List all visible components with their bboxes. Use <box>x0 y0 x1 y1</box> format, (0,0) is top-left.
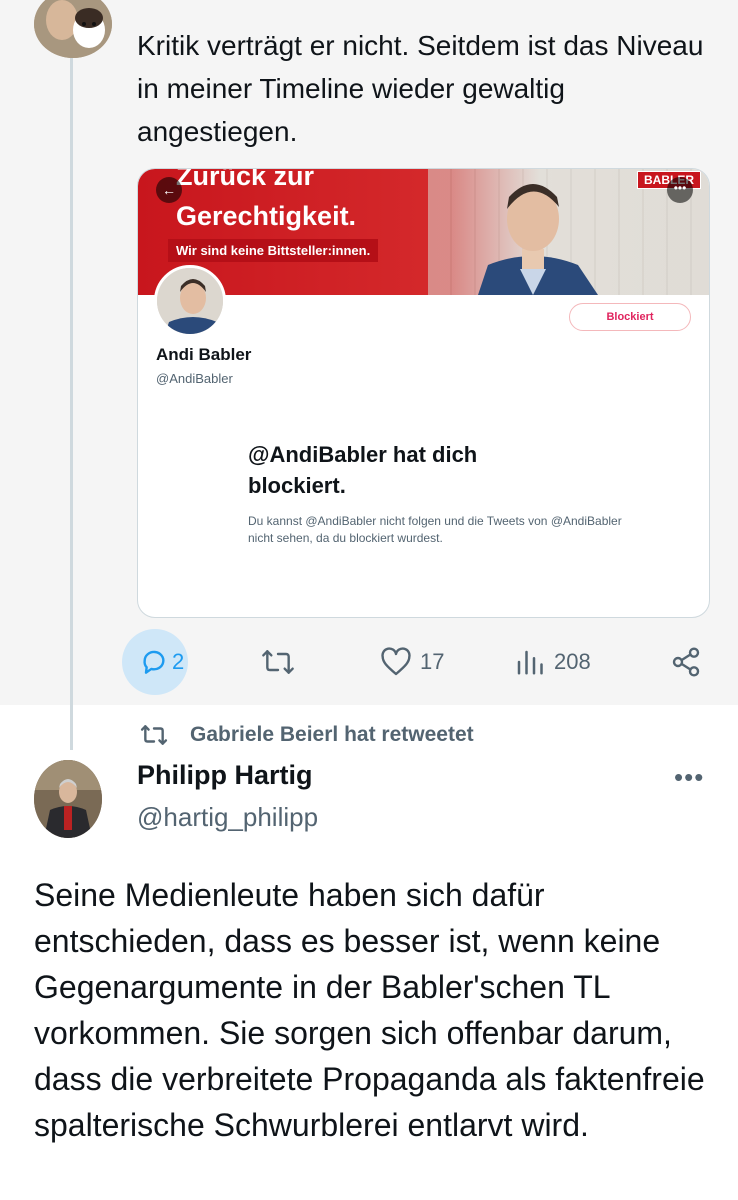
profile-avatar <box>154 265 226 337</box>
heart-icon <box>381 647 411 676</box>
retweet-notice[interactable]: Gabriele Beierl hat retweetet <box>138 720 474 750</box>
blocked-description: Du kannst @AndiBabler nicht folgen und d… <box>248 514 622 545</box>
tweet-text: Kritik verträgt er nicht. Seitdem ist da… <box>137 30 704 147</box>
retweet-button[interactable] <box>260 632 296 692</box>
tweet-text: Seine Medienleute haben sich dafür entsc… <box>34 877 705 1143</box>
banner-person-image <box>478 184 598 295</box>
back-arrow-icon: ← <box>156 177 182 203</box>
reply-icon <box>143 650 165 674</box>
banner-headline-2: Gerechtigkeit. <box>176 201 357 231</box>
blocked-button: Blockiert <box>569 303 691 331</box>
retweet-icon <box>262 650 294 674</box>
embedded-screenshot-card[interactable]: Zurück zur Gerechtigkeit. Wir sind keine… <box>137 168 710 618</box>
blocked-title: @AndiBabler hat dich blockiert. <box>248 442 478 498</box>
profile-handle: @AndiBabler <box>156 371 233 386</box>
reply-count: 2 <box>172 649 185 674</box>
author-handle[interactable]: @hartig_philipp <box>137 802 318 833</box>
tweet-action-bar: 2 17 208 <box>122 629 722 695</box>
views-count: 208 <box>554 649 591 674</box>
reply-button[interactable]: 2 <box>138 632 184 692</box>
profile-banner: Zurück zur Gerechtigkeit. Wir sind keine… <box>138 169 709 295</box>
views-icon <box>517 650 543 675</box>
avatar[interactable] <box>34 760 102 838</box>
share-button[interactable] <box>670 632 702 692</box>
banner-subline: Wir sind keine Bittsteller:innen. <box>168 239 379 262</box>
share-icon <box>672 647 700 677</box>
profile-name: Andi Babler <box>156 345 252 364</box>
retweet-icon <box>140 725 168 745</box>
banner-headline-1: Zurück zur <box>176 169 315 191</box>
like-button[interactable]: 17 <box>380 632 444 692</box>
more-options-icon[interactable]: ••• <box>674 762 704 793</box>
retweet-notice-text: Gabriele Beierl hat retweetet <box>190 723 474 746</box>
like-count: 17 <box>420 649 445 674</box>
author-name[interactable]: Philipp Hartig <box>137 760 313 791</box>
more-icon: ••• <box>667 177 693 203</box>
thread-connector <box>70 58 73 750</box>
views-button[interactable]: 208 <box>514 632 591 692</box>
